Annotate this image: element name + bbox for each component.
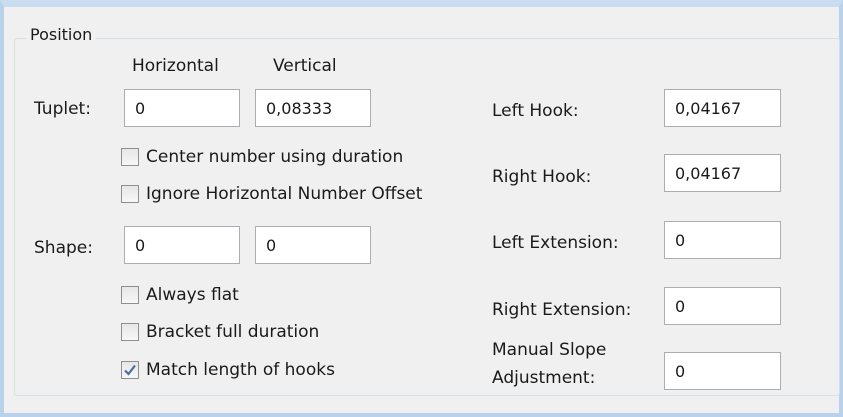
left-hook-label: Left Hook: (492, 101, 579, 121)
shape-label: Shape: (34, 238, 93, 258)
tuplet-vertical-input[interactable] (255, 89, 371, 127)
always-flat-checkbox[interactable]: Always flat (121, 285, 239, 305)
horizontal-column-header: Horizontal (132, 56, 219, 76)
ignore-offset-checkbox[interactable]: Ignore Horizontal Number Offset (121, 184, 422, 204)
right-extension-label: Right Extension: (492, 300, 632, 320)
bracket-full-checkbox[interactable]: Bracket full duration (121, 322, 319, 342)
shape-horizontal-input[interactable] (124, 226, 240, 264)
manual-slope-label-line2: Adjustment: (492, 368, 596, 388)
match-hooks-checkbox-box[interactable] (121, 361, 139, 379)
left-hook-input[interactable] (664, 89, 781, 127)
left-extension-label: Left Extension: (492, 233, 619, 253)
tuplet-label: Tuplet: (34, 99, 91, 119)
group-title: Position (26, 25, 97, 44)
match-hooks-checkbox[interactable]: Match length of hooks (121, 360, 335, 380)
right-extension-input[interactable] (664, 287, 781, 325)
tuplet-horizontal-input[interactable] (124, 89, 240, 127)
left-extension-input[interactable] (664, 221, 781, 259)
center-number-checkbox[interactable]: Center number using duration (121, 147, 403, 167)
always-flat-label: Always flat (146, 285, 239, 305)
center-number-checkbox-box[interactable] (121, 148, 139, 166)
right-hook-label: Right Hook: (492, 167, 592, 187)
right-hook-input[interactable] (664, 154, 781, 192)
manual-slope-input[interactable] (664, 352, 781, 390)
check-icon (124, 364, 136, 376)
shape-vertical-input[interactable] (255, 226, 371, 264)
always-flat-checkbox-box[interactable] (121, 286, 139, 304)
bracket-full-label: Bracket full duration (146, 322, 320, 342)
manual-slope-label-line1: Manual Slope (492, 340, 607, 360)
vertical-column-header: Vertical (273, 56, 337, 76)
match-hooks-label: Match length of hooks (146, 360, 335, 380)
bracket-full-checkbox-box[interactable] (121, 323, 139, 341)
center-number-label: Center number using duration (146, 147, 404, 167)
ignore-offset-checkbox-box[interactable] (121, 185, 139, 203)
ignore-offset-label: Ignore Horizontal Number Offset (146, 184, 423, 204)
